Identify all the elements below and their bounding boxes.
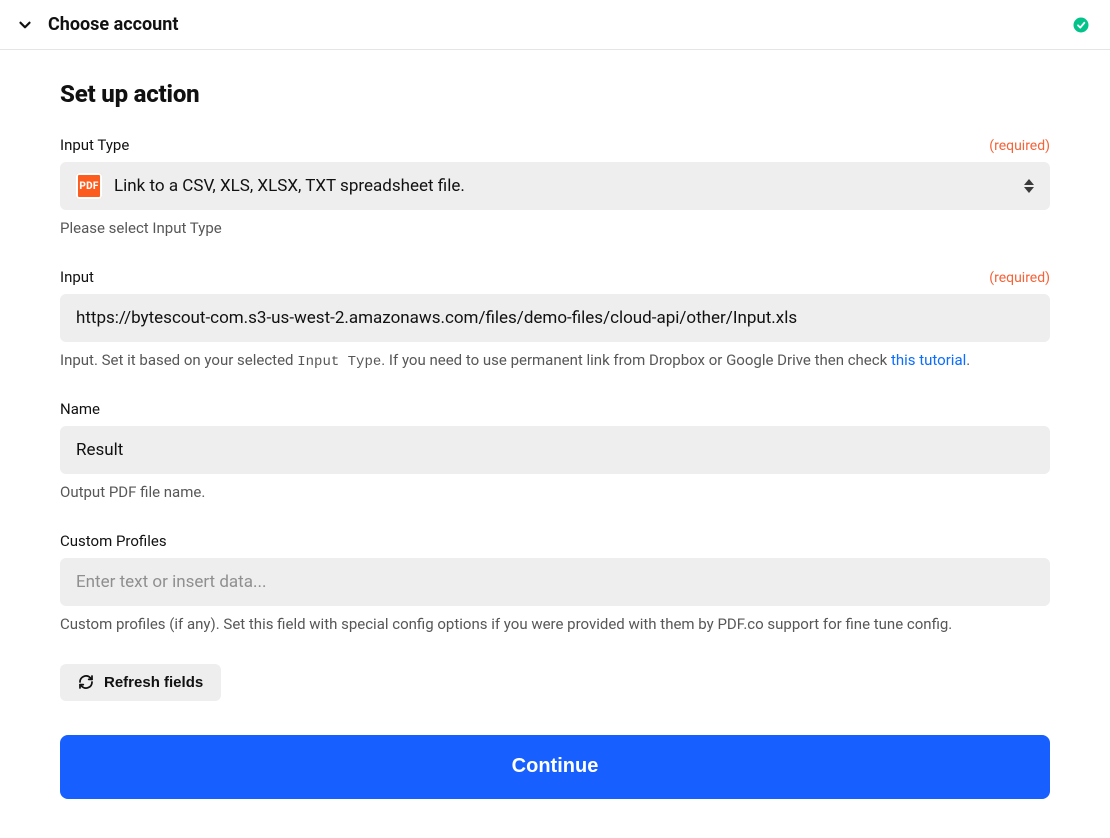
required-marker: (required)	[989, 138, 1050, 154]
field-label: Name	[60, 400, 100, 418]
field-input-type: Input Type (required) PDF Link to a CSV,…	[60, 136, 1050, 240]
refresh-fields-label: Refresh fields	[104, 674, 203, 691]
field-hint: Custom profiles (if any). Set this field…	[60, 614, 1050, 636]
custom-profiles-field-wrapper	[60, 558, 1050, 606]
section-header-title: Choose account	[48, 14, 1058, 35]
required-marker: (required)	[989, 270, 1050, 286]
field-label: Input	[60, 268, 94, 286]
input-url-field-wrapper	[60, 294, 1050, 342]
input-type-select[interactable]: PDF Link to a CSV, XLS, XLSX, TXT spread…	[60, 162, 1050, 210]
choose-account-header[interactable]: Choose account	[0, 0, 1110, 50]
field-hint: Input. Set it based on your selected Inp…	[60, 350, 1050, 372]
pdf-app-icon: PDF	[76, 173, 102, 199]
check-circle-icon	[1072, 16, 1090, 34]
chevron-down-icon	[16, 16, 34, 34]
field-label: Input Type	[60, 136, 129, 154]
continue-label: Continue	[512, 755, 599, 777]
refresh-fields-button[interactable]: Refresh fields	[60, 664, 221, 701]
field-name: Name Output PDF file name.	[60, 400, 1050, 504]
field-input: Input (required) Input. Set it based on …	[60, 268, 1050, 372]
sort-icon	[1022, 176, 1036, 196]
refresh-icon	[78, 674, 94, 690]
field-hint: Output PDF file name.	[60, 482, 1050, 504]
setup-action-section: Set up action Input Type (required) PDF …	[0, 50, 1110, 838]
tutorial-link[interactable]: this tutorial	[891, 351, 966, 369]
name-field-wrapper	[60, 426, 1050, 474]
continue-button[interactable]: Continue	[60, 735, 1050, 799]
input-url-field[interactable]	[76, 308, 1034, 328]
input-type-value: Link to a CSV, XLS, XLSX, TXT spreadshee…	[114, 176, 1006, 196]
custom-profiles-field[interactable]	[76, 572, 1034, 592]
field-label: Custom Profiles	[60, 532, 167, 550]
section-heading: Set up action	[60, 80, 1050, 108]
name-field[interactable]	[76, 440, 1034, 460]
field-custom-profiles: Custom Profiles Custom profiles (if any)…	[60, 532, 1050, 636]
field-hint: Please select Input Type	[60, 218, 1050, 240]
